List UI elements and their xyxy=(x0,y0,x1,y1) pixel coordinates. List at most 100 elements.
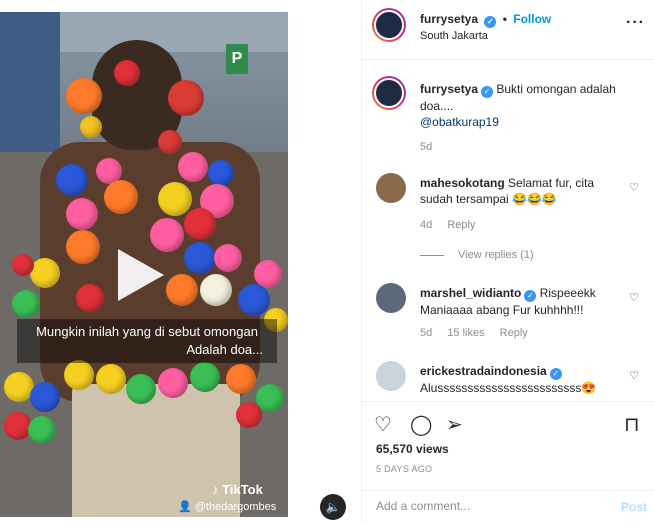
view-count[interactable]: 65,570 views xyxy=(376,442,449,456)
dot-separator: • xyxy=(502,12,507,26)
ball xyxy=(256,384,284,412)
video-caption: Mungkin inilah yang di sebut omongan Ada… xyxy=(17,319,277,363)
comment-body: Alussssssssssssssssssssssss😍 xyxy=(420,381,597,395)
play-icon[interactable] xyxy=(118,249,164,301)
view-replies-label: View replies (1) xyxy=(458,249,534,261)
ball xyxy=(168,80,204,116)
author-avatar[interactable] xyxy=(372,8,406,42)
reply-button[interactable]: Reply xyxy=(447,219,475,231)
user-icon: 👤 xyxy=(178,501,192,513)
speaker-icon: 🔈 xyxy=(325,500,341,514)
ball xyxy=(158,130,182,154)
comment-avatar[interactable] xyxy=(376,173,406,203)
ball xyxy=(104,180,138,214)
ball xyxy=(126,374,156,404)
like-comment-icon[interactable]: ♡ xyxy=(629,369,639,382)
video-background xyxy=(60,12,288,52)
verified-icon: ✓ xyxy=(524,290,537,302)
add-comment-bar: Post xyxy=(362,490,654,522)
tiktok-icon: ♪ xyxy=(212,482,219,497)
caption-username[interactable]: furrysetya xyxy=(420,82,478,96)
comment-username[interactable]: marshel_widianto xyxy=(420,286,521,300)
comment-age: 5d xyxy=(420,327,433,339)
ball xyxy=(158,368,188,398)
post-sidebar: furrysetya ✓ • Follow South Jakarta ··· … xyxy=(361,0,654,522)
ball xyxy=(150,218,184,252)
comment-meta: 4d Reply xyxy=(420,219,487,231)
tiktok-user: 👤 @thedargombes xyxy=(178,500,276,513)
comment-age: 4d xyxy=(420,219,433,231)
comment-meta: 5d 15 likes Reply xyxy=(420,327,540,339)
follow-button[interactable]: Follow xyxy=(513,12,551,26)
post-date: 5 DAYS AGO xyxy=(376,464,433,474)
ball xyxy=(30,382,60,412)
comment-username[interactable]: mahesokotang xyxy=(420,176,505,190)
location-link[interactable]: South Jakarta xyxy=(420,30,488,42)
ball xyxy=(66,198,98,230)
comment-avatar[interactable] xyxy=(376,361,406,391)
ball xyxy=(80,116,102,138)
like-icon[interactable]: ♡ xyxy=(374,412,392,437)
comment-likes[interactable]: 15 likes xyxy=(447,327,484,339)
tiktok-username: @thedargombes xyxy=(194,501,277,513)
more-options-icon[interactable]: ··· xyxy=(626,14,645,32)
divider-line xyxy=(420,254,444,256)
save-icon[interactable]: ⊓ xyxy=(624,412,640,437)
verified-icon: ✓ xyxy=(481,86,494,98)
caption-avatar[interactable] xyxy=(372,76,406,110)
view-replies-button[interactable]: View replies (1) xyxy=(420,249,534,261)
share-icon[interactable]: ➢ xyxy=(446,412,463,437)
ball xyxy=(190,362,220,392)
post-actions: ♡ ◯ ➢ ⊓ 65,570 views 5 DAYS AGO Post xyxy=(362,401,654,522)
video-player[interactable]: P Mungkin inilah yang di sebut omongan A… xyxy=(0,12,288,517)
post-button[interactable]: Post xyxy=(621,500,647,514)
comment-icon[interactable]: ◯ xyxy=(410,412,432,437)
ball xyxy=(28,416,56,444)
tiktok-watermark: ♪ TikTok xyxy=(212,482,263,497)
video-caption-line2: Adalah doa... xyxy=(186,342,263,357)
ball xyxy=(56,164,88,196)
video-caption-line1: Mungkin inilah yang di sebut omongan xyxy=(36,324,258,339)
ball xyxy=(158,182,192,216)
video-background-wall xyxy=(0,12,60,152)
ball xyxy=(12,290,40,318)
comment-text: erickestradaindonesia ✓ Alussssssssssssss… xyxy=(420,363,620,396)
comment-username[interactable]: erickestradaindonesia xyxy=(420,364,547,378)
audio-toggle-button[interactable]: 🔈 xyxy=(320,494,346,520)
caption-meta: 5d xyxy=(420,141,444,153)
person-shorts xyxy=(72,384,240,517)
author-username[interactable]: furrysetya xyxy=(420,12,478,26)
ball xyxy=(214,244,242,272)
ball xyxy=(76,284,104,312)
verified-icon: ✓ xyxy=(549,368,562,380)
ball xyxy=(200,274,232,306)
comment-input[interactable] xyxy=(376,499,596,513)
ball xyxy=(96,364,126,394)
ball xyxy=(226,364,256,394)
ball xyxy=(64,360,94,390)
ball xyxy=(238,284,270,316)
post-header: furrysetya ✓ • Follow South Jakarta ··· xyxy=(362,0,654,60)
like-comment-icon[interactable]: ♡ xyxy=(629,181,639,194)
ball xyxy=(208,160,234,186)
comment-text: marshel_widianto ✓ Rispeeekk Maniaaaa aba… xyxy=(420,285,620,318)
parking-sign: P xyxy=(226,44,248,74)
ball xyxy=(66,78,102,114)
comment-avatar[interactable] xyxy=(376,283,406,313)
ball xyxy=(184,208,216,240)
comment-text: mahesokotang Selamat fur, cita sudah ter… xyxy=(420,175,620,207)
ball xyxy=(30,258,60,288)
reply-button[interactable]: Reply xyxy=(500,327,528,339)
ball xyxy=(114,60,140,86)
like-comment-icon[interactable]: ♡ xyxy=(629,291,639,304)
tiktok-label: TikTok xyxy=(222,482,263,497)
verified-icon: ✓ xyxy=(484,16,497,28)
caption-text: furrysetya ✓ Bukti omongan adalah doa....… xyxy=(420,81,620,130)
ball xyxy=(12,254,34,276)
ball xyxy=(66,230,100,264)
ball xyxy=(178,152,208,182)
caption-mention[interactable]: @obatkurap19 xyxy=(420,115,499,129)
author-line: furrysetya ✓ • Follow xyxy=(420,12,551,28)
ball xyxy=(184,242,216,274)
comments-list: furrysetya ✓ Bukti omongan adalah doa....… xyxy=(362,61,654,401)
